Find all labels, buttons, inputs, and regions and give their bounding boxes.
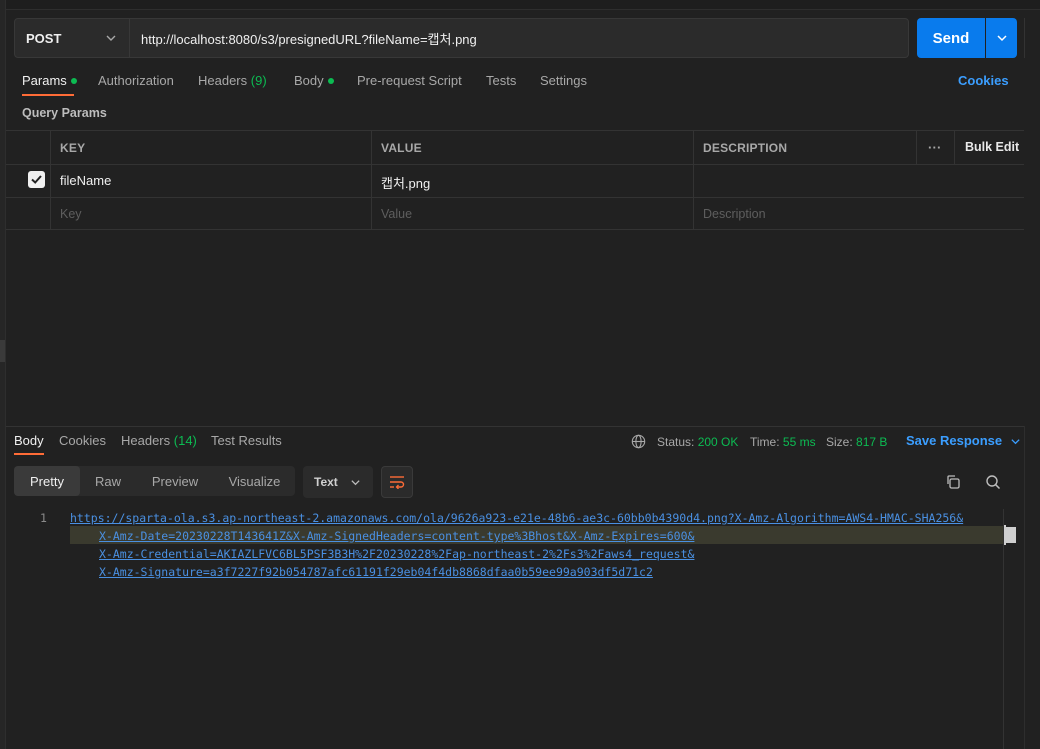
header-cell-description: DESCRIPTION xyxy=(693,130,916,164)
gutter-drag-handle[interactable] xyxy=(0,340,5,362)
view-raw[interactable]: Raw xyxy=(80,466,136,496)
header-key: KEY xyxy=(60,141,86,155)
active-dot xyxy=(70,77,77,84)
more-icon: ··· xyxy=(928,140,942,155)
header-description: DESCRIPTION xyxy=(703,141,788,155)
save-response-button[interactable]: Save Response xyxy=(906,433,1021,448)
line-number: 1 xyxy=(40,511,47,525)
active-dot xyxy=(327,77,334,84)
tab-count: (14) xyxy=(173,433,197,448)
param-description-field[interactable] xyxy=(693,164,1024,197)
bulk-edit-label: Bulk Edit xyxy=(965,140,1020,154)
response-divider[interactable] xyxy=(6,426,1024,427)
time-info[interactable]: Time: 55 ms xyxy=(750,435,816,449)
vertical-scrollbar[interactable] xyxy=(1003,509,1017,749)
tab-headers[interactable]: Headers (9) xyxy=(198,73,267,95)
status-value: 200 OK xyxy=(697,435,739,449)
size-label: Size: xyxy=(826,435,853,449)
view-preview[interactable]: Preview xyxy=(136,466,214,496)
status-label: Status: xyxy=(657,435,695,449)
view-pretty[interactable]: Pretty xyxy=(14,466,80,496)
view-mode-switcher: Pretty Raw Preview Visualize xyxy=(14,466,295,496)
value-placeholder: Value xyxy=(381,207,413,221)
tab-settings[interactable]: Settings xyxy=(540,73,587,95)
chevron-down-icon xyxy=(1011,439,1020,445)
response-tab-body[interactable]: Body xyxy=(14,433,44,448)
size-value: 817 B xyxy=(856,435,888,449)
view-visualize[interactable]: Visualize xyxy=(214,466,295,496)
chevron-down-icon xyxy=(106,35,116,41)
tab-label: Body xyxy=(294,73,324,88)
response-tab-headers[interactable]: Headers (14) xyxy=(121,433,197,448)
top-strip xyxy=(6,0,1040,10)
new-key-input[interactable]: Key xyxy=(50,197,371,230)
params-table: KEY VALUE DESCRIPTION ··· Bulk Edit file… xyxy=(6,130,1024,230)
time-label: Time: xyxy=(750,435,780,449)
checkmark-icon xyxy=(31,175,42,184)
param-value-field[interactable]: 캡처.png xyxy=(371,164,693,197)
copy-icon xyxy=(947,475,960,489)
param-enabled-checkbox[interactable] xyxy=(28,171,45,188)
copy-button[interactable] xyxy=(942,471,964,493)
response-url-line[interactable]: X-Amz-Date=20230228T143641Z&X-Amz-Signed… xyxy=(99,529,694,543)
search-button[interactable] xyxy=(982,471,1004,493)
new-description-input[interactable]: Description xyxy=(693,197,1024,230)
param-key: fileName xyxy=(60,173,112,188)
response-url-line[interactable]: https://sparta-ola.s3.ap-northeast-2.ama… xyxy=(70,511,963,525)
size-info[interactable]: Size: 817 B xyxy=(826,435,887,449)
tab-label: Headers xyxy=(198,73,248,88)
globe-icon[interactable] xyxy=(631,434,646,449)
save-response-label: Save Response xyxy=(906,433,1003,448)
response-tab-test-results[interactable]: Test Results xyxy=(211,433,282,448)
response-url-line[interactable]: X-Amz-Credential=AKIAZLFVC6BL5PSF3B3H%2F… xyxy=(99,547,694,561)
send-button[interactable]: Send xyxy=(917,18,985,58)
new-value-input[interactable]: Value xyxy=(371,197,693,230)
chevron-down-icon xyxy=(351,480,360,486)
query-params-title: Query Params xyxy=(22,106,107,120)
chevron-down-icon xyxy=(996,35,1007,42)
wrap-lines-icon xyxy=(390,476,405,489)
send-dropdown-button[interactable] xyxy=(986,18,1017,58)
header-cell-key: KEY xyxy=(50,130,371,164)
left-gutter xyxy=(0,0,6,749)
wrap-lines-button[interactable] xyxy=(381,466,413,498)
time-value: 55 ms xyxy=(782,435,816,449)
tab-label: Headers xyxy=(121,433,171,448)
tab-pre-request-script[interactable]: Pre-request Script xyxy=(357,73,462,95)
response-tab-cookies[interactable]: Cookies xyxy=(59,433,106,448)
search-icon xyxy=(986,475,1001,490)
header-value: VALUE xyxy=(381,141,422,155)
scrollbar-thumb[interactable] xyxy=(1006,527,1016,543)
row-check-cell xyxy=(6,197,50,230)
tab-tests[interactable]: Tests xyxy=(486,73,516,95)
header-cell-check xyxy=(6,130,50,164)
format-select[interactable]: Text xyxy=(303,466,373,498)
param-key-field[interactable]: fileName xyxy=(50,164,371,197)
bulk-edit-button[interactable]: Bulk Edit xyxy=(954,130,1024,164)
format-label: Text xyxy=(314,475,338,489)
active-tab-underline xyxy=(22,94,74,96)
active-tab-underline xyxy=(14,453,44,455)
tab-body[interactable]: Body xyxy=(294,73,334,95)
tab-count: (9) xyxy=(250,73,267,88)
cookies-link[interactable]: Cookies xyxy=(958,73,1009,88)
status-info[interactable]: Status: 200 OK xyxy=(657,435,738,449)
divider xyxy=(1024,18,1025,58)
tab-params[interactable]: Params xyxy=(22,73,77,95)
param-value: 캡처.png xyxy=(381,176,431,191)
response-url-line[interactable]: X-Amz-Signature=a3f7227f92b054787afc6119… xyxy=(99,565,653,579)
description-placeholder: Description xyxy=(703,207,766,221)
method-select[interactable]: POST xyxy=(14,18,130,58)
method-label: POST xyxy=(26,30,62,46)
tab-authorization[interactable]: Authorization xyxy=(98,73,174,95)
url-input[interactable]: http://localhost:8080/s3/presignedURL?fi… xyxy=(130,18,909,58)
tab-label: Params xyxy=(22,73,67,88)
more-options-button[interactable]: ··· xyxy=(916,130,954,164)
key-placeholder: Key xyxy=(60,207,82,221)
url-value: http://localhost:8080/s3/presignedURL?fi… xyxy=(141,31,477,47)
header-cell-value: VALUE xyxy=(371,130,693,164)
right-border xyxy=(1024,426,1025,749)
